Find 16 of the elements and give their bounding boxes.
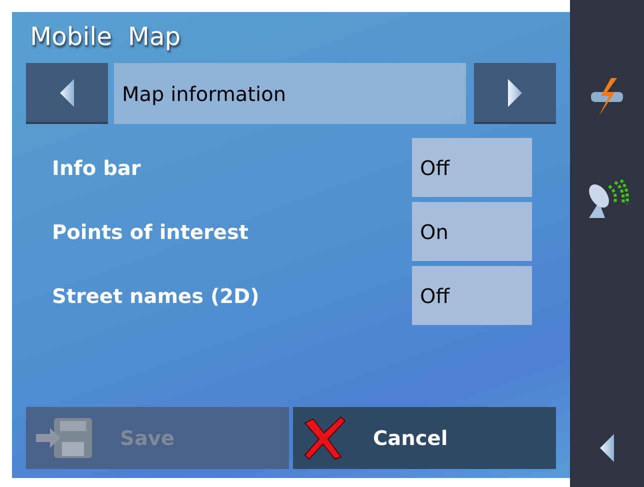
left-arrow-icon [599, 433, 615, 463]
window-title: Mobile Map [29, 21, 182, 53]
right-arrow-icon [507, 78, 523, 108]
setting-value-button[interactable]: Off [412, 138, 532, 197]
setting-value-button[interactable]: Off [412, 266, 532, 325]
left-arrow-icon [59, 78, 75, 108]
setting-label: Street names (2D) [51, 282, 260, 310]
cancel-button[interactable]: Cancel [293, 407, 556, 469]
setting-value-button[interactable]: On [412, 202, 532, 261]
previous-button[interactable] [26, 63, 108, 124]
setting-label: Points of interest [51, 218, 250, 246]
floppy-disk-icon [34, 416, 94, 460]
next-button[interactable] [474, 63, 556, 124]
back-button[interactable] [599, 433, 615, 463]
setting-label: Info bar [51, 154, 142, 182]
category-field: Map information [114, 63, 466, 124]
